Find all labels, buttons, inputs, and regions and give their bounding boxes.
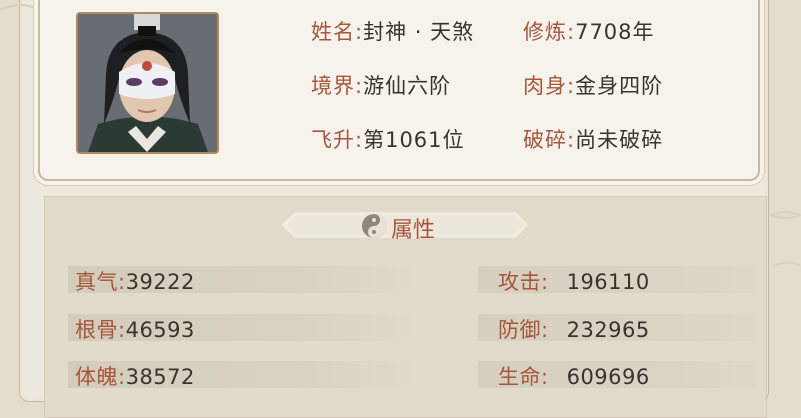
cultivation-value: 7708年 — [575, 20, 655, 44]
stat-value: 232965 — [566, 318, 650, 342]
ascend-label: 飞升: — [311, 128, 364, 152]
cultivation-field: 修炼:7708年 — [523, 16, 655, 46]
name-value: 封神 · 天煞 — [363, 20, 475, 44]
stat-defense: 防御: 232965 — [498, 314, 650, 344]
name-field: 姓名:封神 · 天煞 — [311, 16, 474, 46]
stat-label: 生命: — [498, 365, 549, 389]
shatter-field: 破碎:尚未破碎 — [523, 124, 663, 154]
shatter-value: 尚未破碎 — [575, 128, 664, 152]
stat-tipo: 体魄:38572 — [75, 361, 195, 391]
attributes-title: 属性 — [391, 218, 436, 243]
stat-value: 46593 — [125, 318, 195, 342]
yin-yang-icon — [362, 214, 386, 238]
stat-label: 体魄: — [75, 365, 126, 389]
ascend-field: 飞升:第1061位 — [311, 124, 465, 154]
stat-value: 609696 — [566, 365, 650, 389]
shatter-label: 破碎: — [523, 128, 576, 152]
stat-label: 防御: — [498, 318, 549, 342]
realm-label: 境界: — [311, 74, 364, 98]
stat-value: 196110 — [566, 270, 650, 294]
stat-label: 攻击: — [498, 270, 549, 294]
stat-life: 生命: 609696 — [498, 361, 650, 391]
stat-zhenqi: 真气:39222 — [75, 266, 195, 296]
character-avatar-icon — [78, 14, 217, 152]
body-field: 肉身:金身四阶 — [523, 70, 663, 100]
realm-value: 游仙六阶 — [363, 74, 452, 98]
cultivation-label: 修炼: — [523, 20, 576, 44]
stat-gengu: 根骨:46593 — [75, 314, 195, 344]
ascend-value: 第1061位 — [363, 128, 465, 152]
stat-value: 39222 — [125, 270, 195, 294]
stat-value: 38572 — [125, 365, 195, 389]
stat-attack: 攻击: 196110 — [498, 266, 650, 296]
stat-label: 真气: — [75, 270, 126, 294]
stat-label: 根骨: — [75, 318, 126, 342]
realm-field: 境界:游仙六阶 — [311, 70, 451, 100]
body-value: 金身四阶 — [575, 74, 664, 98]
body-label: 肉身: — [523, 74, 576, 98]
name-label: 姓名: — [311, 20, 364, 44]
character-portrait[interactable] — [76, 12, 219, 154]
